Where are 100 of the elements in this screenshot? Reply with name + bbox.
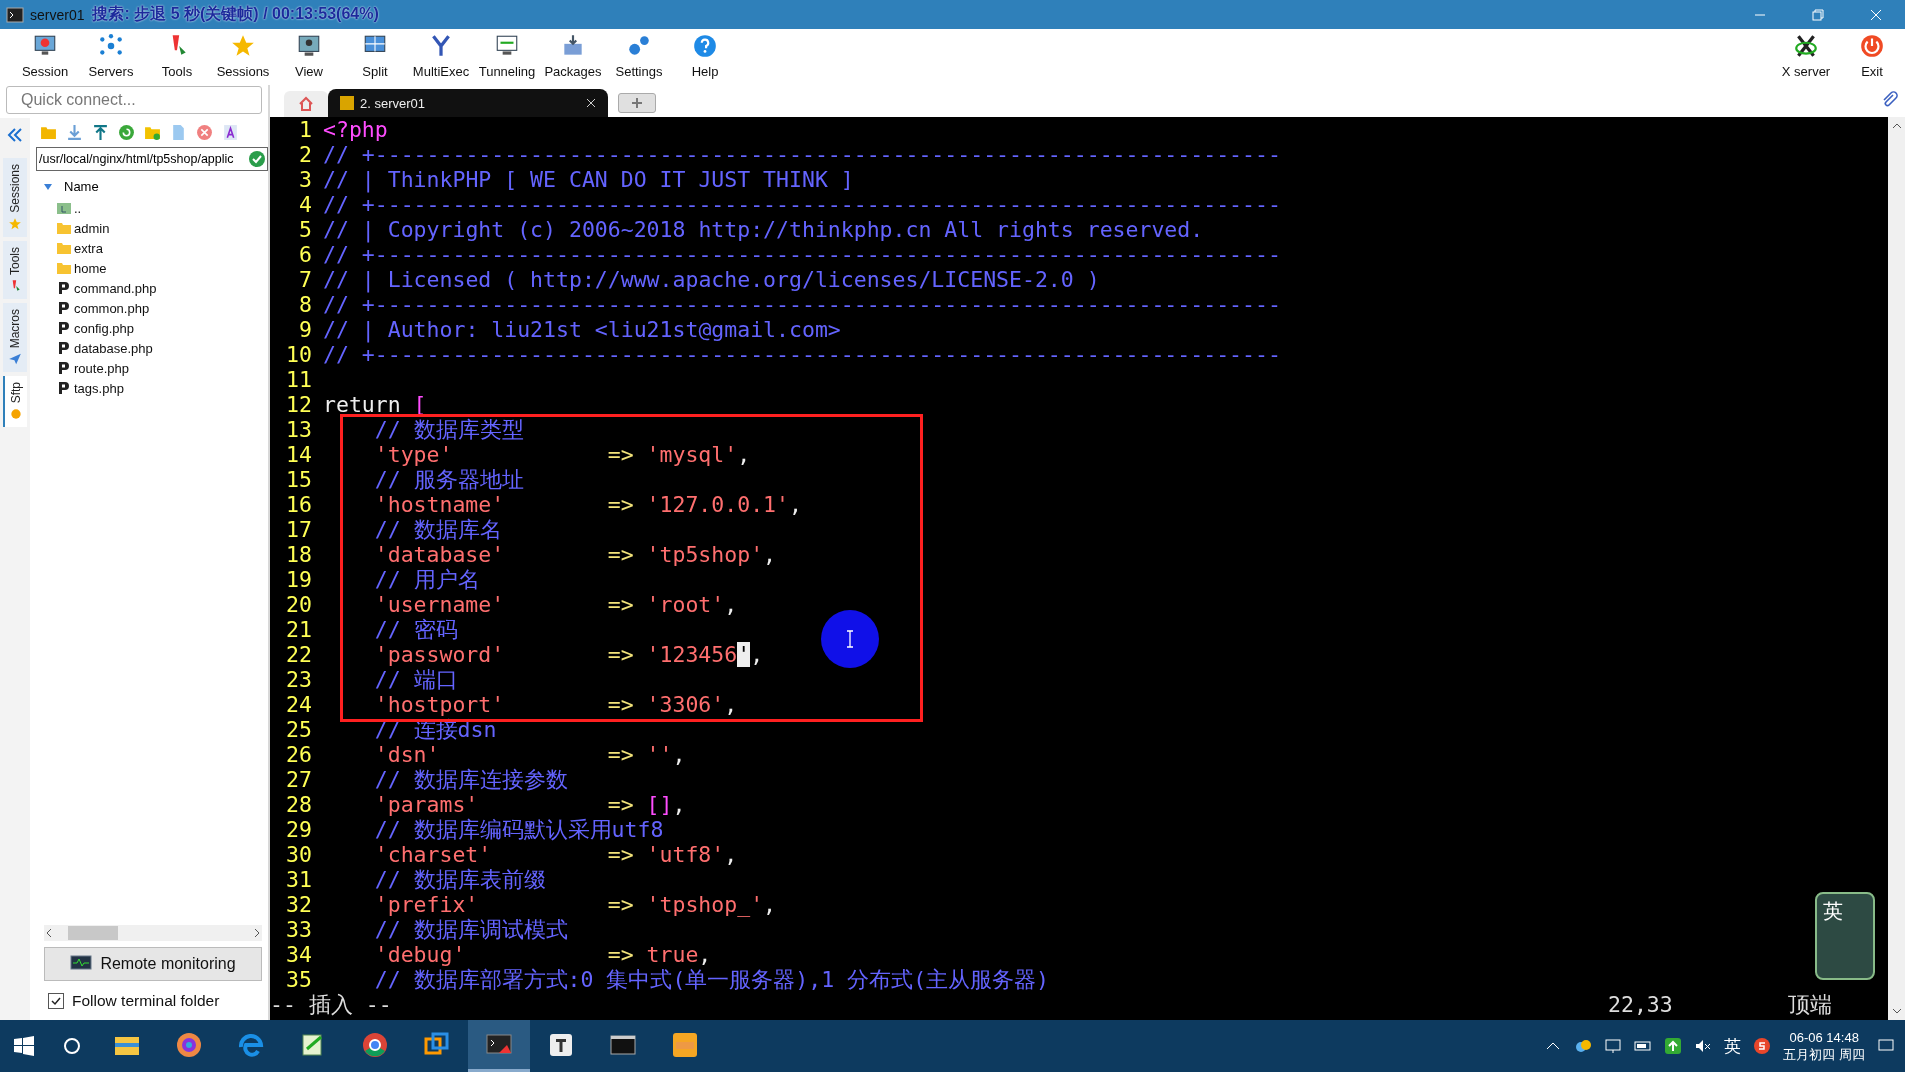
line-number: 2 — [298, 142, 312, 167]
line-number: 10 — [285, 342, 312, 367]
taskbar-app[interactable] — [468, 1020, 530, 1072]
input-method[interactable]: 英 — [1724, 1034, 1742, 1058]
toolbar-button[interactable]: Settings — [606, 29, 672, 85]
code-comment: // 端口 — [374, 667, 458, 692]
upload-icon[interactable] — [92, 124, 109, 141]
toolbar-button[interactable]: MultiExec — [408, 29, 474, 85]
file-row[interactable]: common.php — [36, 298, 268, 318]
code-comment: // 服务器地址 — [374, 467, 524, 492]
line-number: 5 — [298, 217, 312, 242]
home-tab[interactable] — [284, 91, 328, 117]
side-tab[interactable]: Tools — [3, 240, 27, 299]
code-token: , — [750, 642, 764, 667]
file-row[interactable]: database.php — [36, 338, 268, 358]
side-tab[interactable]: Sessions — [3, 158, 27, 237]
file-row[interactable]: extra — [36, 238, 268, 258]
code-token: 'password' — [374, 642, 506, 667]
file-row[interactable]: admin — [36, 218, 268, 238]
file-row[interactable]: tags.php — [36, 378, 268, 398]
toolbar-button[interactable]: Packages — [540, 29, 606, 85]
code-comment: // 数据库部署方式:0 集中式(单一服务器),1 分布式(主从服务器) — [374, 967, 1050, 992]
line-number: 3 — [298, 167, 312, 192]
remote-monitoring-button[interactable]: Remote monitoring — [44, 947, 262, 981]
code-token: => — [607, 742, 634, 767]
line-number: 21 — [285, 617, 312, 642]
toolbar-button[interactable]: Sessions — [210, 29, 276, 85]
code-token: '123456 — [646, 642, 738, 667]
restore-icon[interactable] — [1812, 8, 1824, 21]
code-token: , — [763, 892, 777, 917]
close-icon[interactable] — [586, 98, 596, 108]
scrollbar-thumb[interactable] — [68, 926, 118, 940]
file-row[interactable]: command.php — [36, 278, 268, 298]
path-field[interactable]: /usr/local/nginx/html/tp5shop/applic — [36, 147, 268, 171]
download-icon[interactable] — [66, 124, 83, 141]
line-number: 22 — [285, 642, 312, 667]
line-number: 25 — [285, 717, 312, 742]
line-number: 13 — [285, 417, 312, 442]
text-file-icon[interactable] — [222, 124, 239, 141]
clock[interactable]: 06-06 14:48 五月初四 周四 — [1783, 1029, 1865, 1063]
line-number: 35 — [285, 967, 312, 992]
ime-widget[interactable]: 英 — [1815, 892, 1875, 980]
file-row[interactable]: home — [36, 258, 268, 278]
toolbar-button[interactable]: Help — [672, 29, 738, 85]
code-comment: // | Author: liu21st <liu21st@gmail.com> — [323, 317, 841, 342]
upload-icon[interactable] — [1664, 1037, 1683, 1055]
toolbar-button[interactable]: Exit — [1839, 29, 1905, 85]
line-number: 27 — [285, 767, 312, 792]
code-token: => — [607, 592, 634, 617]
delete-icon[interactable] — [196, 124, 213, 141]
new-tab-button[interactable] — [618, 93, 656, 113]
line-number: 11 — [285, 367, 312, 392]
s-icon[interactable] — [1753, 1037, 1772, 1055]
checkbox[interactable] — [48, 993, 64, 1009]
code-token: => — [607, 792, 634, 817]
scroll-right-icon[interactable] — [252, 928, 262, 938]
scroll-left-icon[interactable] — [44, 928, 54, 938]
line-number: 30 — [285, 842, 312, 867]
quick-connect-field[interactable]: Quick connect... — [6, 86, 262, 114]
scroll-down-icon[interactable] — [1891, 1006, 1902, 1016]
player-overlay-text: 搜索: 步退 5 秒(关键帧) / 00:13:53(64%) — [92, 4, 379, 24]
network-icon[interactable] — [1604, 1037, 1623, 1055]
code-comment: // 用户名 — [374, 567, 480, 592]
dot-icon — [9, 407, 23, 422]
code-comment: // | Copyright (c) 2006~2018 http://thinkphp.cn All rights reserved. — [323, 217, 1204, 242]
toolbar-button[interactable]: Tunneling — [474, 29, 540, 85]
line-number: 7 — [298, 267, 312, 292]
code-token: true — [646, 942, 699, 967]
file-row[interactable]: config.php — [36, 318, 268, 338]
refresh-icon[interactable] — [118, 124, 135, 141]
new-folder-icon[interactable] — [144, 124, 161, 141]
paperclip-icon[interactable] — [1881, 91, 1899, 109]
text-cursor: ' — [737, 642, 751, 667]
checkbox-label[interactable]: Follow terminal folder — [72, 992, 220, 1010]
code-token: , — [724, 842, 738, 867]
toolbar-button[interactable]: Servers — [78, 29, 144, 85]
side-tab[interactable]: Sftp — [3, 376, 27, 428]
check-icon — [249, 151, 265, 167]
sort-arrow-icon — [44, 183, 52, 190]
scroll-up-icon[interactable] — [1891, 121, 1902, 131]
session-tab[interactable]: 2. server01 — [328, 89, 608, 117]
code-token: 'username' — [374, 592, 506, 617]
toolbar-button[interactable]: X server — [1773, 29, 1839, 85]
window-title: server01 — [30, 6, 85, 23]
collapse-icon[interactable] — [6, 126, 24, 144]
code-token: 'tpshop_' — [646, 892, 764, 917]
toolbar-button[interactable]: View — [276, 29, 342, 85]
text-cursor-icon — [845, 630, 855, 648]
line-number: 12 — [285, 392, 312, 417]
file-row[interactable]: route.php — [36, 358, 268, 378]
file-row[interactable]: .. — [36, 198, 268, 218]
code-token: <?php — [323, 117, 388, 142]
toolbar-button[interactable]: Session — [12, 29, 78, 85]
cloud-icon[interactable] — [1574, 1037, 1593, 1055]
line-number: 28 — [285, 792, 312, 817]
column-header[interactable]: Name — [64, 179, 99, 194]
line-number: 16 — [285, 492, 312, 517]
toolbar-button[interactable]: Split — [342, 29, 408, 85]
toolbar-button[interactable]: Tools — [144, 29, 210, 85]
side-tab[interactable]: Macros — [3, 302, 27, 373]
